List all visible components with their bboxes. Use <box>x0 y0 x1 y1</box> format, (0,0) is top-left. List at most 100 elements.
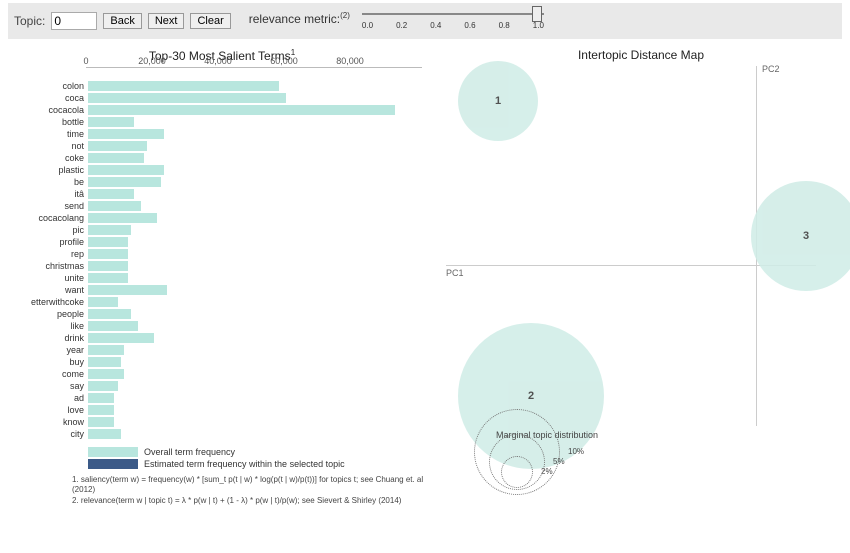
bar-label: plastic <box>12 165 88 175</box>
bar-row: people <box>12 308 422 319</box>
next-button[interactable]: Next <box>148 13 185 29</box>
bar[interactable] <box>88 105 395 115</box>
bar[interactable] <box>88 225 131 235</box>
back-button[interactable]: Back <box>103 13 141 29</box>
bar-row: cocacola <box>12 104 422 115</box>
bar[interactable] <box>88 333 154 343</box>
bar-row: want <box>12 284 422 295</box>
map-title: Intertopic Distance Map <box>432 48 850 62</box>
bar-label: be <box>12 177 88 187</box>
bar-label: people <box>12 309 88 319</box>
bar[interactable] <box>88 213 157 223</box>
footnotes: 1. saliency(term w) = frequency(w) * [su… <box>72 475 432 506</box>
bar-label: colon <box>12 81 88 91</box>
bar[interactable] <box>88 405 114 415</box>
bar-row: cocacolang <box>12 212 422 223</box>
bar[interactable] <box>88 237 128 247</box>
bar-label: year <box>12 345 88 355</box>
bars-panel: Top-30 Most Salient Terms1 020,00040,000… <box>0 42 432 506</box>
topic-input[interactable] <box>51 12 97 30</box>
bar-label: city <box>12 429 88 439</box>
map-panel: Intertopic Distance Map PC1 PC2 132Margi… <box>432 42 850 506</box>
bar-label: know <box>12 417 88 427</box>
bar-row: itâ <box>12 188 422 199</box>
bar-label: time <box>12 129 88 139</box>
intertopic-map: PC1 PC2 132Marginal topic distribution2%… <box>446 66 816 486</box>
bar[interactable] <box>88 249 128 259</box>
bar[interactable] <box>88 81 279 91</box>
pc1-label: PC1 <box>446 268 464 278</box>
bar-row: not <box>12 140 422 151</box>
bar-row: like <box>12 320 422 331</box>
bar-label: send <box>12 201 88 211</box>
bar-row: city <box>12 428 422 439</box>
bar[interactable] <box>88 261 128 271</box>
bar-row: say <box>12 380 422 391</box>
bar-label: bottle <box>12 117 88 127</box>
bar[interactable] <box>88 345 124 355</box>
bar-row: colon <box>12 80 422 91</box>
bar-label: cocacola <box>12 105 88 115</box>
bar-row: know <box>12 416 422 427</box>
relevance-label: relevance metric:(2) <box>249 11 350 26</box>
bar-row: come <box>12 368 422 379</box>
topic-circle-3[interactable]: 3 <box>751 181 850 291</box>
legend: Overall term frequency Estimated term fr… <box>88 447 432 469</box>
bar-label: profile <box>12 237 88 247</box>
bar-label: come <box>12 369 88 379</box>
bar-row: love <box>12 404 422 415</box>
bar[interactable] <box>88 129 164 139</box>
bar-label: not <box>12 141 88 151</box>
bar-row: year <box>12 344 422 355</box>
bar[interactable] <box>88 357 121 367</box>
bar[interactable] <box>88 369 124 379</box>
bar[interactable] <box>88 177 161 187</box>
bar[interactable] <box>88 321 138 331</box>
bar-row: etterwithcoke <box>12 296 422 307</box>
bar[interactable] <box>88 117 134 127</box>
relevance-slider[interactable]: 0.00.20.40.60.81.0 <box>362 7 544 35</box>
topic-circle-1[interactable]: 1 <box>458 61 538 141</box>
bar[interactable] <box>88 141 147 151</box>
bar-row: send <box>12 200 422 211</box>
bar-label: love <box>12 405 88 415</box>
bar-label: coca <box>12 93 88 103</box>
bar[interactable] <box>88 93 286 103</box>
bar-row: plastic <box>12 164 422 175</box>
bar-label: say <box>12 381 88 391</box>
bar-label: ad <box>12 393 88 403</box>
bar-label: buy <box>12 357 88 367</box>
bar-label: pic <box>12 225 88 235</box>
bar[interactable] <box>88 153 144 163</box>
bar[interactable] <box>88 285 167 295</box>
bar[interactable] <box>88 417 114 427</box>
toolbar: Topic: Back Next Clear relevance metric:… <box>8 3 842 39</box>
bar[interactable] <box>88 165 164 175</box>
bar-row: profile <box>12 236 422 247</box>
bar-row: unite <box>12 272 422 283</box>
bar-row: time <box>12 128 422 139</box>
bar[interactable] <box>88 189 134 199</box>
topic-label: Topic: <box>14 14 45 28</box>
bar-label: cocacolang <box>12 213 88 223</box>
bar-label: christmas <box>12 261 88 271</box>
bar[interactable] <box>88 297 118 307</box>
bar-label: rep <box>12 249 88 259</box>
bar-label: want <box>12 285 88 295</box>
bar[interactable] <box>88 273 128 283</box>
x-axis: 020,00040,00060,00080,000 <box>86 67 422 80</box>
bar-row: pic <box>12 224 422 235</box>
clear-button[interactable]: Clear <box>190 13 230 29</box>
bar[interactable] <box>88 309 131 319</box>
bar-row: christmas <box>12 260 422 271</box>
bar-label: unite <box>12 273 88 283</box>
bar-row: bottle <box>12 116 422 127</box>
bar-row: drink <box>12 332 422 343</box>
bar-label: like <box>12 321 88 331</box>
bar[interactable] <box>88 201 141 211</box>
bar[interactable] <box>88 393 114 403</box>
bar-row: coke <box>12 152 422 163</box>
bar[interactable] <box>88 381 118 391</box>
bar[interactable] <box>88 429 121 439</box>
bar-label: itâ <box>12 189 88 199</box>
